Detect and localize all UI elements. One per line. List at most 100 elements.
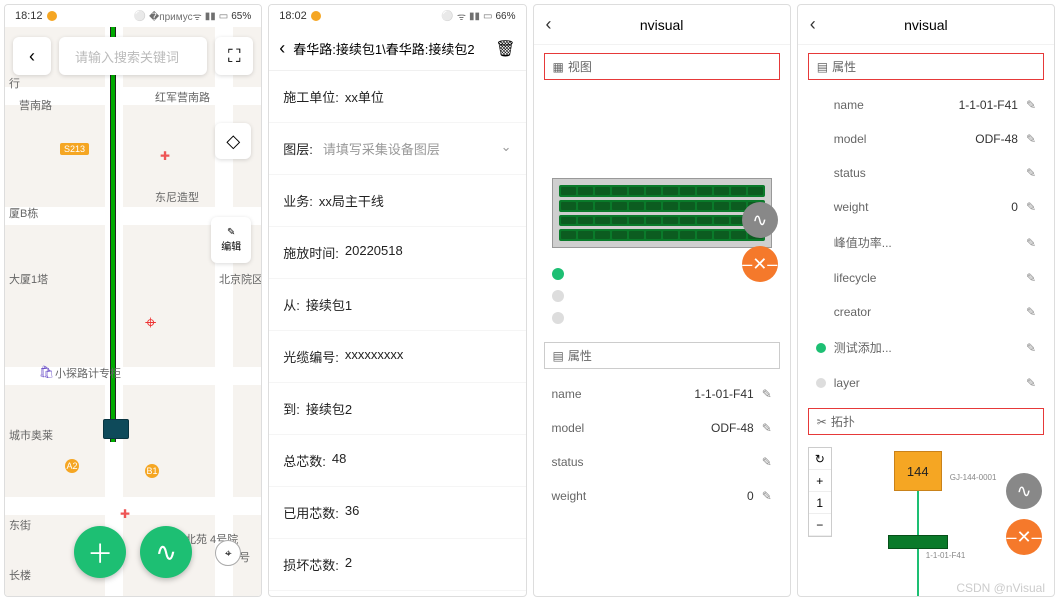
prop-row[interactable]: model ODF-48 ✎ bbox=[816, 122, 1036, 156]
topology-canvas[interactable]: ↻ + 1 − 144 GJ-144-0001 1-1-01-F41 ∿ –✕– bbox=[798, 443, 1054, 596]
prop-row[interactable]: name 1-1-01-F41 ✎ bbox=[816, 88, 1036, 122]
field-time[interactable]: 施放时间: 20220518 bbox=[269, 227, 525, 279]
edit-icon[interactable]: ✎ bbox=[1026, 132, 1036, 146]
delete-icon[interactable]: 🗑 bbox=[495, 39, 515, 59]
pager-dot[interactable] bbox=[552, 290, 564, 302]
field-layer[interactable]: 图层: 请填写采集设备图层 ⌄ bbox=[269, 123, 525, 175]
edit-icon[interactable]: ✎ bbox=[1026, 305, 1036, 319]
device-marker[interactable] bbox=[103, 419, 129, 439]
prop-row[interactable]: model ODF-48 ✎ bbox=[552, 411, 772, 445]
prop-row[interactable]: 测试添加... ✎ bbox=[816, 329, 1036, 366]
prop-key: 峰值功率... bbox=[834, 234, 892, 251]
layers-button[interactable]: ◇ bbox=[215, 123, 251, 159]
compass-icon: ⌖ bbox=[225, 546, 232, 561]
pager-dot[interactable] bbox=[552, 268, 564, 280]
prop-section-chip[interactable]: ▤ 属性 bbox=[808, 53, 1044, 80]
edit-icon[interactable]: ✎ bbox=[1026, 98, 1036, 112]
field-from[interactable]: 从: 接续包1 bbox=[269, 279, 525, 331]
topo-label: 1-1-01-F41 bbox=[926, 551, 966, 560]
field-broken[interactable]: 损坏芯数: 2 bbox=[269, 539, 525, 591]
prop-value: 1-1-01-F41 bbox=[694, 387, 753, 401]
search-box[interactable]: 请输入搜索关键词 bbox=[59, 37, 207, 75]
bluetooth-icon: ⚪ bbox=[441, 11, 453, 22]
field-value: xx单位 bbox=[345, 87, 384, 106]
map-canvas[interactable]: 行 营南路 红军营南路 S213 ✚ 厦B栋 东尼造型 大厦1塔 北京院区 ⌖ … bbox=[5, 27, 261, 596]
edit-icon[interactable]: ✎ bbox=[762, 489, 772, 503]
field-to[interactable]: 到: 接续包2 bbox=[269, 383, 525, 435]
edit-icon[interactable]: ✎ bbox=[762, 421, 772, 435]
status-bar: 18:02 ⚪ ᯤ ▮▮ ▭ 66% bbox=[269, 5, 525, 27]
topo-node[interactable]: 144 bbox=[894, 451, 942, 491]
field-cable[interactable]: 光缆编号: xxxxxxxxx bbox=[269, 331, 525, 383]
topo-section-chip[interactable]: ✂ 拓扑 bbox=[808, 408, 1044, 435]
field-total[interactable]: 总芯数: 48 bbox=[269, 435, 525, 487]
edit-icon[interactable]: ✎ bbox=[1026, 236, 1036, 250]
back-icon[interactable]: ‹ bbox=[546, 14, 552, 35]
prop-key: model bbox=[834, 132, 867, 146]
bluetooth-icon: ⚪ bbox=[133, 11, 145, 22]
prop-section-chip[interactable]: ▤ 属性 bbox=[544, 342, 780, 369]
edit-icon[interactable]: ✎ bbox=[762, 387, 772, 401]
prop-row[interactable]: weight 0 ✎ bbox=[816, 190, 1036, 224]
prop-row[interactable]: status ✎ bbox=[552, 445, 772, 479]
prop-row[interactable]: status ✎ bbox=[816, 156, 1036, 190]
delete-node-button[interactable]: –✕– bbox=[742, 246, 778, 282]
prop-row[interactable]: lifecycle ✎ bbox=[816, 261, 1036, 295]
close-icon: –✕– bbox=[742, 254, 777, 275]
edit-icon: ✎ bbox=[227, 227, 235, 238]
form-screen: 18:02 ⚪ ᯤ ▮▮ ▭ 66% ‹ 春华路:接续包1\春华路:接续包2 🗑… bbox=[268, 4, 526, 597]
zoom-out-button[interactable]: − bbox=[809, 514, 831, 536]
prop-key: name bbox=[552, 387, 582, 401]
metro-b1-icon: B1 bbox=[145, 464, 159, 478]
edit-icon[interactable]: ✎ bbox=[1026, 200, 1036, 214]
back-icon[interactable]: ‹ bbox=[279, 38, 285, 59]
scan-button[interactable]: ⛶ bbox=[215, 37, 253, 75]
topo-edge bbox=[917, 491, 919, 537]
prop-value: 0 bbox=[747, 489, 754, 503]
status-bar: 18:12 ⚪ �примусᯤ ▮▮ ▭ 65% bbox=[5, 5, 261, 27]
plus-icon: ＋ bbox=[87, 534, 113, 571]
field-label: 图层: bbox=[283, 139, 313, 158]
field-unit[interactable]: 施工单位: xx单位 bbox=[269, 71, 525, 123]
edit-icon[interactable]: ✎ bbox=[1026, 376, 1036, 390]
route-button[interactable]: ∿ bbox=[140, 526, 192, 578]
refresh-button[interactable]: ↻ bbox=[809, 448, 831, 470]
prop-row[interactable]: creator ✎ bbox=[816, 295, 1036, 329]
chevron-down-icon: ⌄ bbox=[501, 139, 512, 158]
zoom-in-button[interactable]: + bbox=[809, 470, 831, 492]
route-button[interactable]: ∿ bbox=[742, 202, 778, 238]
layers-icon: ◇ bbox=[226, 131, 240, 152]
field-used[interactable]: 已用芯数: 36 bbox=[269, 487, 525, 539]
pager-dot[interactable] bbox=[552, 312, 564, 324]
field-label: 施工单位: bbox=[283, 87, 339, 106]
prop-row[interactable]: weight 0 ✎ bbox=[552, 479, 772, 513]
map-label: 大厦1塔 bbox=[9, 271, 48, 287]
battery-icon: ▭ bbox=[483, 11, 492, 22]
route-button[interactable]: ∿ bbox=[1006, 473, 1042, 509]
weibo-icon bbox=[47, 11, 57, 21]
view-section-chip[interactable]: ▦ 视图 bbox=[544, 53, 780, 80]
signal-icon: ▮▮ bbox=[469, 11, 480, 22]
edit-label: 编辑 bbox=[221, 238, 241, 253]
map-label: 东尼造型 bbox=[155, 189, 199, 205]
status-time: 18:02 bbox=[279, 10, 307, 22]
back-button[interactable]: ‹ bbox=[13, 37, 51, 75]
odu-node[interactable] bbox=[888, 535, 948, 549]
prop-row[interactable]: 峰值功率... ✎ bbox=[816, 224, 1036, 261]
wifi-icon: ᯤ bbox=[457, 9, 466, 23]
edit-icon[interactable]: ✎ bbox=[1026, 166, 1036, 180]
battery-icon: ▭ bbox=[219, 11, 228, 22]
prop-key: 测试添加... bbox=[834, 339, 892, 356]
edit-button[interactable]: ✎ 编辑 bbox=[211, 217, 251, 263]
add-button[interactable]: ＋ bbox=[74, 526, 126, 578]
topo-icon: ✂ bbox=[817, 415, 827, 429]
topo-label: GJ-144-0001 bbox=[950, 473, 997, 482]
edit-icon[interactable]: ✎ bbox=[1026, 341, 1036, 355]
back-icon[interactable]: ‹ bbox=[810, 14, 816, 35]
edit-icon[interactable]: ✎ bbox=[762, 455, 772, 469]
edit-icon[interactable]: ✎ bbox=[1026, 271, 1036, 285]
prop-row[interactable]: name 1-1-01-F41 ✎ bbox=[552, 377, 772, 411]
prop-row[interactable]: layer ✎ bbox=[816, 366, 1036, 400]
field-biz[interactable]: 业务: xx局主干线 bbox=[269, 175, 525, 227]
delete-node-button[interactable]: –✕– bbox=[1006, 519, 1042, 555]
